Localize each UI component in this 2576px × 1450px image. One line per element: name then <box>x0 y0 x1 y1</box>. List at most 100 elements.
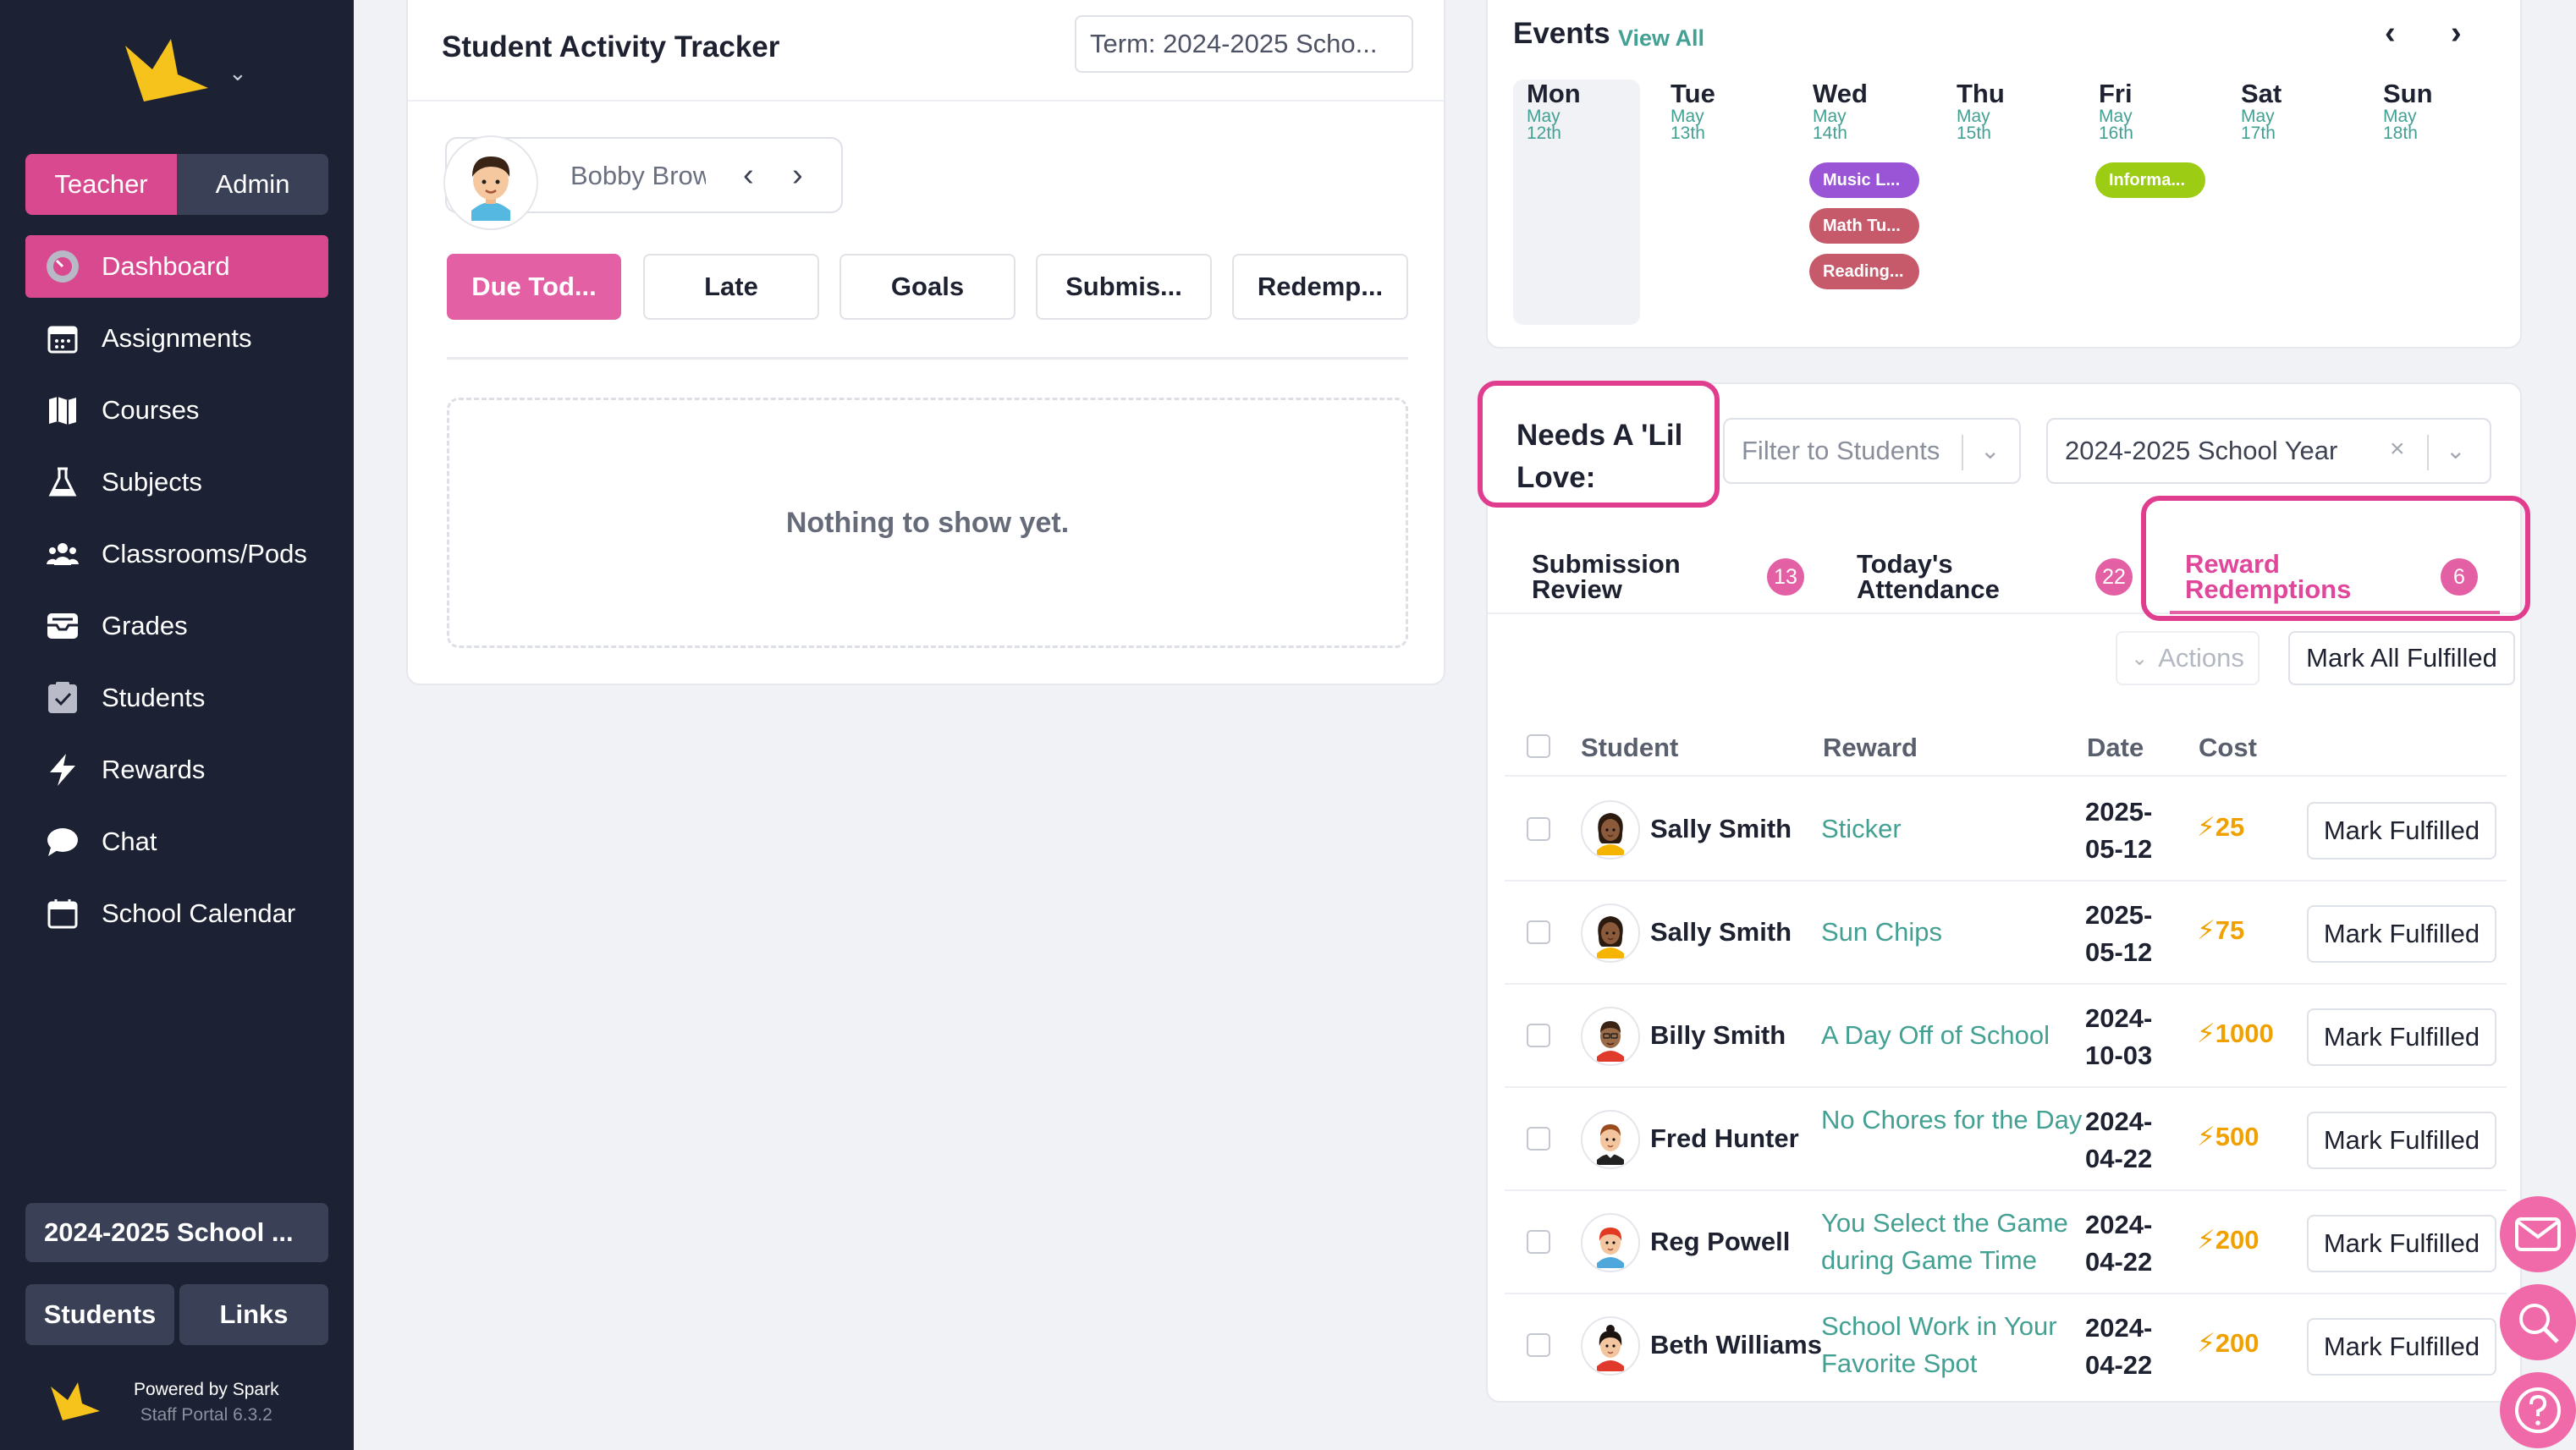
row-checkbox[interactable] <box>1527 920 1550 944</box>
event-chip[interactable]: Informa... <box>2095 162 2205 198</box>
chevron-down-icon[interactable]: ⌄ <box>1980 437 2000 464</box>
count-badge: 13 <box>1767 558 1804 596</box>
student-activity-tracker: Student Activity Tracker Term: 2024-2025… <box>406 0 1445 685</box>
sidebar-item-label: Dashboard <box>102 251 230 281</box>
links-button[interactable]: Links <box>179 1284 328 1345</box>
divider <box>2427 435 2429 470</box>
sidebar-item-grades[interactable]: Grades <box>25 595 328 657</box>
highlight-box <box>2141 496 2530 621</box>
reward-link[interactable]: You Select the Game during Game Time <box>1821 1205 2083 1279</box>
tab-submission-review[interactable]: Submission Review <box>1532 549 1681 602</box>
sidebar-item-label: Students <box>102 683 206 712</box>
reward-link[interactable]: Sun Chips <box>1821 914 2083 951</box>
tab-submissions[interactable]: Submis... <box>1036 254 1212 320</box>
school-year-select[interactable]: 2024-2025 School Year × ⌄ <box>2046 418 2491 484</box>
student-picker[interactable]: Bobby Brown ‹ › <box>443 135 843 230</box>
view-all-link[interactable]: View All <box>1618 25 1704 52</box>
student-name: Bobby Brown <box>570 161 706 190</box>
row-checkbox[interactable] <box>1527 1024 1550 1047</box>
sidebar-item-school-calendar[interactable]: School Calendar <box>25 882 328 945</box>
chevron-down-icon[interactable]: ⌄ <box>2446 437 2465 464</box>
reward-link[interactable]: A Day Off of School <box>1821 1017 2083 1054</box>
sidebar-item-label: Assignments <box>102 323 252 353</box>
day-name: Wed <box>1813 79 1868 108</box>
day-column[interactable]: Sun May 18th <box>2370 80 2496 325</box>
chevron-right-icon[interactable]: › <box>2451 15 2462 52</box>
sidebar-item-subjects[interactable]: Subjects <box>25 451 328 514</box>
students-button[interactable]: Students <box>25 1284 174 1345</box>
sidebar-item-label: Classrooms/Pods <box>102 539 307 568</box>
school-year-button[interactable]: 2024-2025 School ... <box>25 1203 328 1262</box>
day-column[interactable]: Tue May 13th <box>1657 80 1784 325</box>
event-chip[interactable]: Math Tu... <box>1809 208 1919 244</box>
mark-fulfilled-button[interactable]: Mark Fulfilled <box>2307 905 2496 963</box>
mark-fulfilled-button[interactable]: Mark Fulfilled <box>2307 1318 2496 1376</box>
day-column[interactable]: Sat May 17th <box>2227 80 2354 325</box>
bolt-icon: ⚡ <box>2197 1122 2215 1151</box>
cost-cell: ⚡ 200 <box>2197 1225 2260 1255</box>
date-part: 10-03 <box>2085 1041 2153 1070</box>
event-chip[interactable]: Reading... <box>1809 254 1919 289</box>
tab-due-today[interactable]: Due Tod... <box>447 254 621 320</box>
sidebar-item-dashboard[interactable]: Dashboard <box>25 235 328 298</box>
teacher-role-button[interactable]: Teacher <box>25 154 177 215</box>
filter-students-select[interactable]: Filter to Students ⌄ <box>1723 418 2021 484</box>
sidebar-item-chat[interactable]: Chat <box>25 810 328 873</box>
date-part: 2025- <box>2085 900 2153 930</box>
row-checkbox[interactable] <box>1527 817 1550 841</box>
sidebar-item-classrooms[interactable]: Classrooms/Pods <box>25 523 328 585</box>
tab-goals[interactable]: Goals <box>839 254 1016 320</box>
actions-dropdown[interactable]: ⌄ Actions <box>2116 631 2260 685</box>
cost-value: 200 <box>2215 1328 2260 1358</box>
sidebar-item-courses[interactable]: Courses <box>25 379 328 442</box>
date-part: 05-12 <box>2085 937 2153 967</box>
cost-cell: ⚡ 500 <box>2197 1122 2260 1152</box>
mark-fulfilled-button[interactable]: Mark Fulfilled <box>2307 1008 2496 1066</box>
event-chip[interactable]: Music L... <box>1809 162 1919 198</box>
sidebar-item-assignments[interactable]: Assignments <box>25 307 328 370</box>
cost-cell: ⚡ 75 <box>2197 915 2244 946</box>
day-column[interactable]: Wed May 14th Music L... Math Tu... Readi… <box>1799 80 1926 325</box>
day-column[interactable]: Fri May 16th Informa... <box>2085 80 2212 325</box>
row-checkbox[interactable] <box>1527 1127 1550 1151</box>
reward-link[interactable]: School Work in Your Favorite Spot <box>1821 1308 2083 1382</box>
row-checkbox[interactable] <box>1527 1333 1550 1357</box>
day-month: May <box>2099 107 2133 126</box>
app-logo[interactable]: ⌄ <box>118 37 247 108</box>
reward-link[interactable]: Sticker <box>1821 810 2083 848</box>
cost-value: 75 <box>2215 915 2245 945</box>
mark-fulfilled-button[interactable]: Mark Fulfilled <box>2307 1215 2496 1272</box>
chevron-down-icon[interactable]: ⌄ <box>228 60 247 86</box>
tab-redemptions[interactable]: Redemp... <box>1232 254 1408 320</box>
chevron-left-icon[interactable]: ‹ <box>743 157 754 194</box>
chevron-left-icon[interactable]: ‹ <box>2385 15 2396 52</box>
select-all-checkbox[interactable] <box>1527 734 1550 758</box>
tab-label: Submission <box>1532 549 1681 579</box>
term-select[interactable]: Term: 2024-2025 Scho... <box>1075 15 1413 73</box>
sidebar-item-label: Grades <box>102 611 188 640</box>
day-name: Sun <box>2383 79 2433 108</box>
reward-link[interactable]: No Chores for the Day <box>1821 1101 2083 1139</box>
clear-icon[interactable]: × <box>2390 435 2405 464</box>
admin-role-button[interactable]: Admin <box>177 154 328 215</box>
chevron-right-icon[interactable]: › <box>792 157 803 194</box>
date-part: 04-22 <box>2085 1247 2153 1277</box>
sidebar-bottom-buttons: Students Links <box>25 1284 328 1345</box>
mail-button[interactable] <box>2500 1196 2576 1272</box>
day-column[interactable]: Mon May 12th <box>1513 80 1640 325</box>
mark-fulfilled-button[interactable]: Mark Fulfilled <box>2307 802 2496 860</box>
tab-todays-attendance[interactable]: Today's Attendance <box>1857 551 2000 602</box>
mark-fulfilled-button[interactable]: Mark Fulfilled <box>2307 1112 2496 1169</box>
sidebar-item-rewards[interactable]: Rewards <box>25 739 328 801</box>
cost-value: 500 <box>2215 1122 2260 1151</box>
checkbox-icon <box>44 679 81 717</box>
row-checkbox[interactable] <box>1527 1230 1550 1254</box>
sidebar-item-students[interactable]: Students <box>25 667 328 729</box>
date-part: 2024- <box>2085 1003 2153 1033</box>
tab-late[interactable]: Late <box>643 254 819 320</box>
spark-logo-icon <box>125 39 208 102</box>
mark-all-fulfilled-button[interactable]: Mark All Fulfilled <box>2288 631 2515 685</box>
help-button[interactable] <box>2500 1372 2576 1448</box>
search-button[interactable] <box>2500 1284 2576 1360</box>
day-column[interactable]: Thu May 15th <box>1943 80 2070 325</box>
